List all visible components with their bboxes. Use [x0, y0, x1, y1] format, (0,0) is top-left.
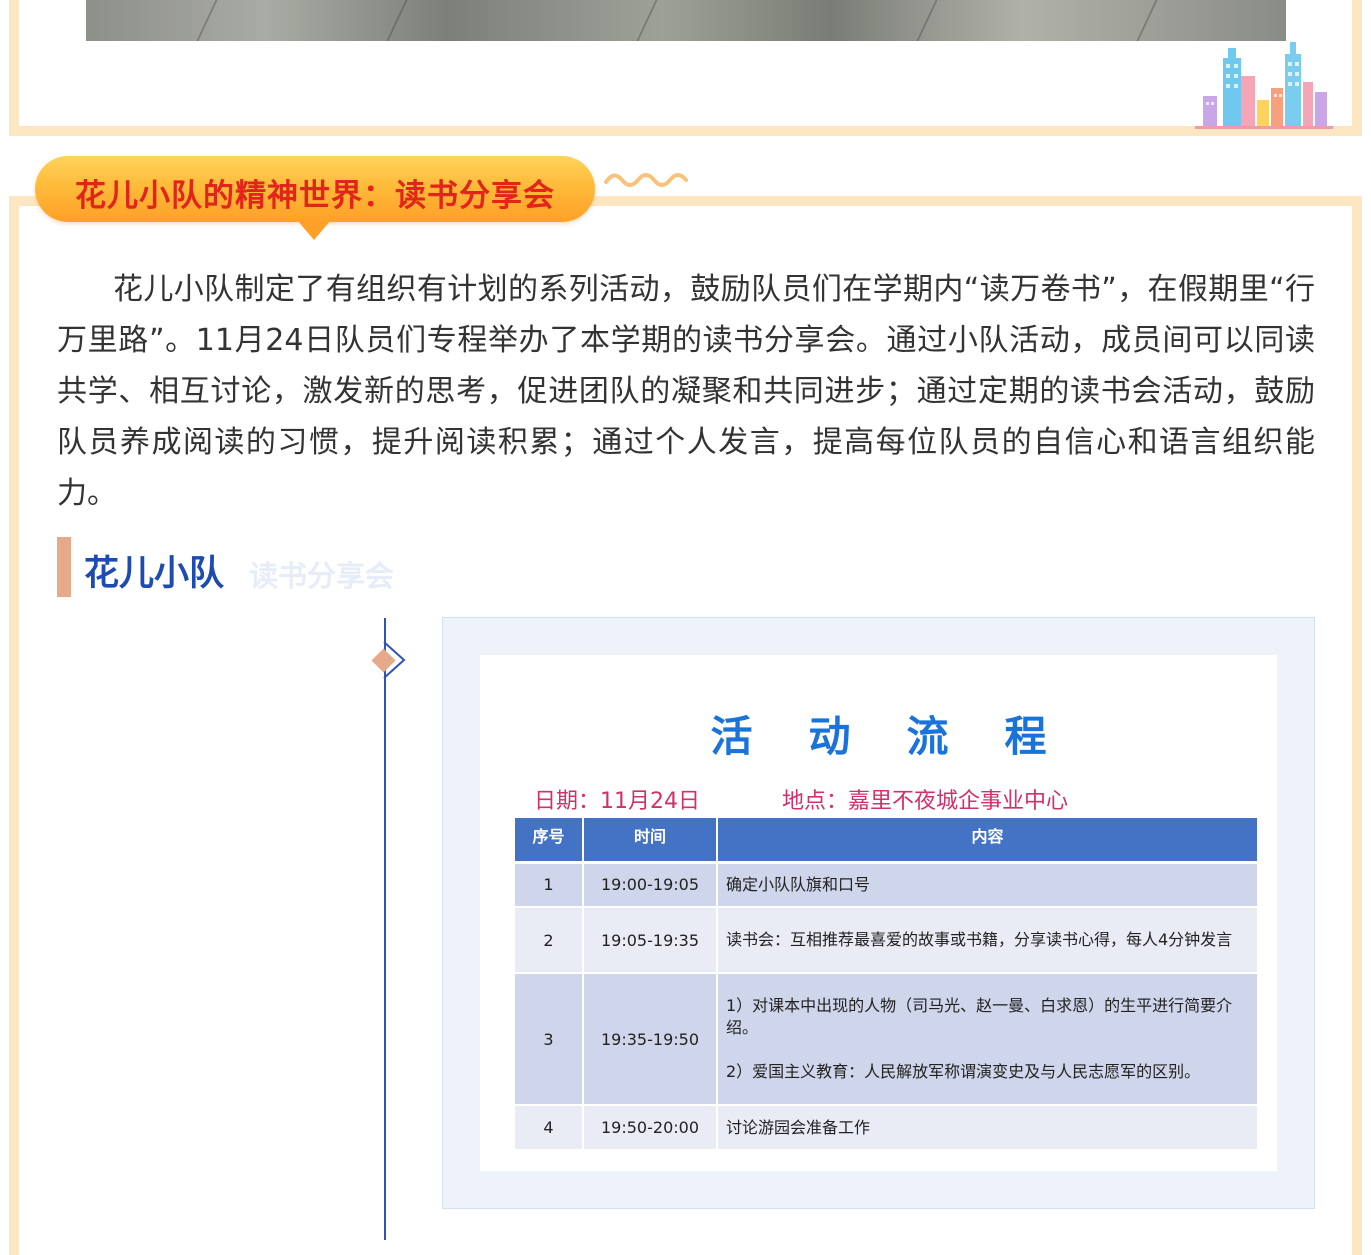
- row-time: 19:05-19:35: [583, 907, 718, 974]
- row-content: 1）对课本中出现的人物（司马光、赵一曼、白求恩）的生平进行简要介绍。 2）爱国主…: [717, 973, 1257, 1106]
- event-photo: [86, 0, 1286, 41]
- intro-paragraph: 花儿小队制定了有组织有计划的系列活动，鼓励队员们在学期内“读万卷书”，在假期里“…: [57, 272, 1315, 511]
- header-no: 序号: [515, 818, 584, 864]
- schedule-title: 活动流程: [710, 712, 1103, 761]
- timeline-line: [384, 618, 386, 1240]
- section-title-banner: 花儿小队的精神世界：读书分享会: [35, 156, 595, 222]
- header-content: 内容: [717, 818, 1257, 864]
- wave-decoration-icon: [604, 173, 688, 187]
- table-header-row: 序号 时间 内容: [515, 818, 1257, 864]
- header-time: 时间: [583, 818, 718, 864]
- row-time: 19:50-20:00: [583, 1105, 718, 1151]
- row-no: 1: [515, 862, 584, 908]
- table-row: 2 19:05-19:35 读书会：互相推荐最喜爱的故事或书籍，分享读书心得，每…: [515, 907, 1257, 974]
- row-content: 讨论游园会准备工作: [717, 1105, 1257, 1151]
- row-content: 读书会：互相推荐最喜爱的故事或书籍，分享读书心得，每人4分钟发言: [717, 907, 1257, 974]
- table-row: 4 19:50-20:00 讨论游园会准备工作: [515, 1105, 1257, 1151]
- city-skyline-icon: [1195, 42, 1333, 129]
- schedule-place: 地点：嘉里不夜城企事业中心: [782, 789, 1069, 814]
- sub-heading-title: 花儿小队: [84, 554, 225, 594]
- row-no: 4: [515, 1105, 584, 1151]
- row-time: 19:35-19:50: [583, 973, 718, 1106]
- schedule-date: 日期：11月24日: [534, 789, 700, 814]
- banner-pointer: [297, 220, 331, 240]
- sub-heading-bar: [57, 537, 71, 597]
- table-row: 1 19:00-19:05 确定小队队旗和口号: [515, 862, 1257, 908]
- row-content: 确定小队队旗和口号: [717, 862, 1257, 908]
- row-content-item: 2）爱国主义教育：人民解放军称谓演变史及与人民志愿军的区别。: [726, 1062, 1201, 1081]
- section-title: 花儿小队的精神世界：读书分享会: [75, 178, 555, 214]
- schedule-slide: 活动流程 日期：11月24日 地点：嘉里不夜城企事业中心 序号 时间 内容 1 …: [480, 655, 1277, 1171]
- schedule-card: 活动流程 日期：11月24日 地点：嘉里不夜城企事业中心 序号 时间 内容 1 …: [442, 617, 1315, 1209]
- row-no: 2: [515, 907, 584, 974]
- row-no: 3: [515, 973, 584, 1106]
- schedule-table: 序号 时间 内容 1 19:00-19:05 确定小队队旗和口号 2 19:05…: [515, 818, 1257, 1151]
- table-row: 3 19:35-19:50 1）对课本中出现的人物（司马光、赵一曼、白求恩）的生…: [515, 973, 1257, 1106]
- row-content-item: 1）对课本中出现的人物（司马光、赵一曼、白求恩）的生平进行简要介绍。: [726, 996, 1233, 1037]
- row-time: 19:00-19:05: [583, 862, 718, 908]
- sub-heading-ghost-text: 读书分享会: [249, 559, 395, 593]
